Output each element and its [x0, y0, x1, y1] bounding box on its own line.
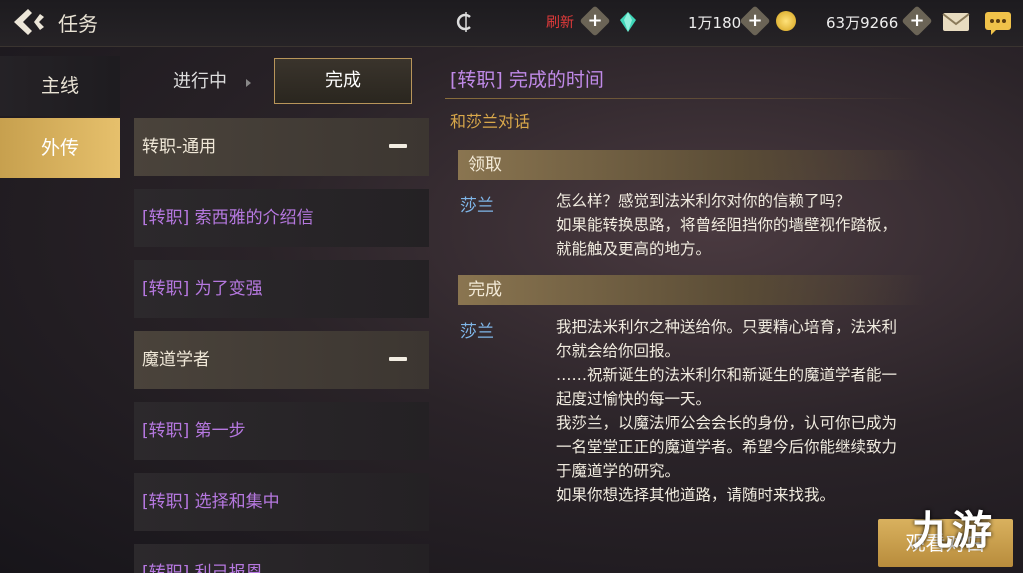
tab-in-progress[interactable]: 进行中	[150, 62, 250, 102]
tab-completed[interactable]: 完成	[274, 58, 412, 104]
dialog-line: 一名堂堂正正的魔道学者。希望今后你能继续致力	[556, 438, 898, 456]
dialog-line: 于魔道学的研究。	[556, 462, 681, 480]
section-accept: 领取	[458, 150, 926, 180]
top-bar: 任务 刷新 + 1万180 + 63万9266 +	[0, 0, 1023, 47]
watermark-logo: 九游	[912, 508, 992, 554]
refresh-plus-button[interactable]: +	[579, 5, 611, 37]
gem-count: 1万180	[688, 14, 742, 32]
gold-coin-icon	[776, 11, 796, 31]
plus-icon: +	[909, 10, 925, 31]
page-title: 任务	[58, 12, 98, 36]
quest-list-item[interactable]: [转职] 第一步	[134, 402, 429, 460]
refresh-label: 刷新	[546, 15, 574, 31]
gem-plus-button[interactable]: +	[739, 5, 771, 37]
quest-list-item[interactable]: [转职] 为了变强	[134, 260, 429, 318]
currency-c-icon	[455, 10, 477, 34]
plus-icon: +	[587, 10, 603, 31]
quest-group-header[interactable]: 魔道学者	[134, 331, 429, 389]
dialog-line: 怎么样？感觉到法米利尔对你的信赖了吗？	[556, 192, 851, 210]
dialog-line: 如果你想选择其他道路，请随时来找我。	[556, 486, 836, 504]
quest-list-item[interactable]: [转职] 索西雅的介绍信	[134, 189, 429, 247]
quest-group-header[interactable]: 转职-通用	[134, 118, 429, 176]
section-complete: 完成	[458, 275, 926, 305]
quest-group-label: 转职-通用	[142, 137, 217, 157]
dialog-line: ……祝新诞生的法米利尔和新诞生的魔道学者能一	[556, 366, 898, 384]
plus-icon: +	[747, 10, 763, 31]
dialog-line: 尔就会给你回报。	[556, 342, 681, 360]
sidebar-item-main[interactable]: 主线	[0, 56, 120, 116]
gem-icon	[618, 10, 638, 34]
chat-icon[interactable]	[984, 10, 1012, 36]
collapse-icon	[389, 357, 407, 361]
quest-group-label: 魔道学者	[142, 350, 210, 370]
dialog-line: 如果能转换思路，将曾经阻挡你的墙壁视作踏板，	[556, 216, 898, 234]
quest-title: [转职] 完成的时间	[450, 69, 604, 91]
gold-count: 63万9266	[826, 14, 899, 32]
quest-list-item[interactable]: [转职] 选择和集中	[134, 473, 429, 531]
quest-objective: 和莎兰对话	[450, 112, 531, 131]
back-arrow-icon	[14, 9, 44, 35]
mail-icon[interactable]	[942, 11, 970, 33]
accept-speaker: 莎兰	[460, 196, 494, 216]
tab-arrow-icon	[246, 79, 251, 87]
dialog-line: 就能触及更高的地方。	[556, 240, 712, 258]
complete-dialog: 我把法米利尔之种送给你。只要精心培育，法米利 尔就会给你回报。 ……祝新诞生的法…	[556, 315, 934, 507]
dialog-line: 我莎兰，以魔法师公会会长的身份，认可你已成为	[556, 414, 898, 432]
sidebar-item-side-story[interactable]: 外传	[0, 118, 120, 178]
dialog-line: 起度过愉快的每一天。	[556, 390, 712, 408]
collapse-icon	[389, 144, 407, 148]
gold-plus-button[interactable]: +	[901, 5, 933, 37]
accept-dialog: 怎么样？感觉到法米利尔对你的信赖了吗？ 如果能转换思路，将曾经阻挡你的墙壁视作踏…	[556, 189, 934, 261]
quest-list-item[interactable]: [转职] 利己报恩	[134, 544, 429, 573]
back-button[interactable]	[10, 6, 50, 38]
complete-speaker: 莎兰	[460, 322, 494, 342]
divider	[445, 98, 925, 99]
dialog-line: 我把法米利尔之种送给你。只要精心培育，法米利	[556, 318, 898, 336]
